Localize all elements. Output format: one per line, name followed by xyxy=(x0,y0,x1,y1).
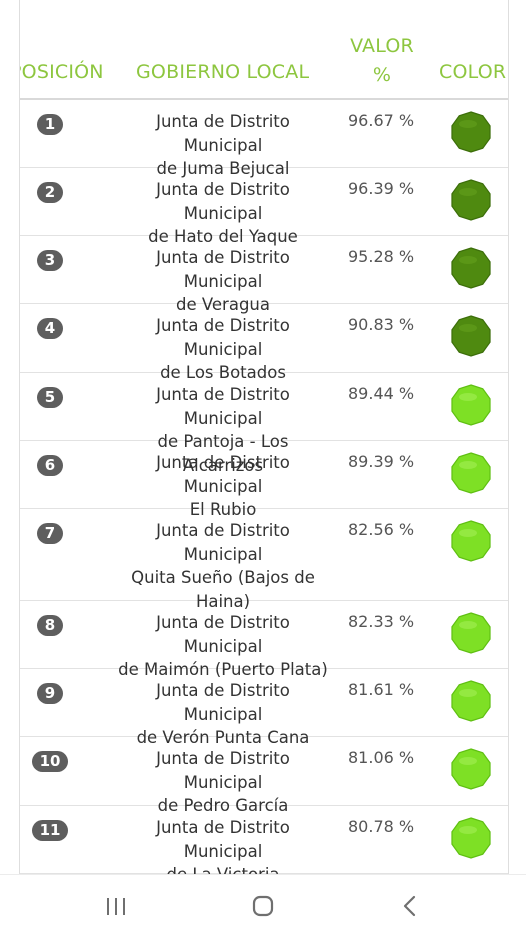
name-line1: Junta de Distrito Municipal xyxy=(156,681,290,724)
name-line1: Junta de Distrito Municipal xyxy=(156,453,290,496)
value-percent: 90.83 % xyxy=(348,315,415,334)
status-color-icon xyxy=(451,452,491,494)
name-line1: Junta de Distrito Municipal xyxy=(156,613,290,656)
home-icon xyxy=(252,895,274,917)
table-row[interactable]: 2 Junta de Distrito Municipal de Hato del … xyxy=(20,168,508,246)
back-icon xyxy=(403,895,416,917)
screen: POSICIÓN GOBIERNO LOCAL VALOR % COLOR 1 J… xyxy=(0,0,526,935)
rank-badge: 7 xyxy=(37,523,63,544)
value-percent: 95.28 % xyxy=(348,247,415,266)
header-gobierno-local[interactable]: GOBIERNO LOCAL xyxy=(136,61,309,83)
table-row[interactable]: 7 Junta de Distrito Municipal Quita Sueño … xyxy=(20,509,508,611)
name-line1: Junta de Distrito Municipal xyxy=(156,749,290,792)
home-button[interactable] xyxy=(248,891,278,921)
rank-badge: 2 xyxy=(37,182,63,203)
rank-badge: 6 xyxy=(37,455,63,476)
status-color-icon xyxy=(451,315,491,357)
header-valor[interactable]: VALOR % xyxy=(350,32,414,90)
status-color-icon xyxy=(451,247,491,289)
status-color-icon xyxy=(451,384,491,426)
header-position[interactable]: POSICIÓN xyxy=(20,61,104,83)
table-row[interactable]: 9 Junta de Distrito Municipal de Verón Pun… xyxy=(20,669,508,747)
table-row[interactable]: 5 Junta de Distrito Municipal de Pantoja -… xyxy=(20,373,508,475)
status-color-icon xyxy=(451,111,491,153)
rank-badge: 8 xyxy=(37,615,63,636)
value-percent: 96.67 % xyxy=(348,111,415,130)
value-percent: 80.78 % xyxy=(348,817,415,836)
table-body: 1 Junta de Distrito Municipal de Juma Beju… xyxy=(20,100,508,874)
header-color[interactable]: COLOR xyxy=(439,61,506,83)
status-color-icon xyxy=(451,520,491,562)
rank-badge: 11 xyxy=(32,820,68,841)
header-valor-line1: VALOR xyxy=(350,35,414,57)
recent-apps-icon xyxy=(107,898,125,915)
name-line1: Junta de Distrito Municipal xyxy=(156,180,290,223)
back-button[interactable] xyxy=(395,891,425,921)
table-row[interactable]: 10 Junta de Distrito Municipal de Pedro Ga… xyxy=(20,737,508,815)
name-line1: Junta de Distrito Municipal xyxy=(156,316,290,359)
name-line2: Quita Sueño (Bajos de xyxy=(131,568,315,587)
value-percent: 82.33 % xyxy=(348,612,415,631)
status-color-icon xyxy=(451,748,491,790)
value-percent: 96.39 % xyxy=(348,179,415,198)
rank-badge: 9 xyxy=(37,683,63,704)
ranking-table: POSICIÓN GOBIERNO LOCAL VALOR % COLOR 1 J… xyxy=(19,0,509,874)
table-row[interactable]: 3 Junta de Distrito Municipal de Veragua 95… xyxy=(20,236,508,314)
value-percent: 89.39 % xyxy=(348,452,415,471)
status-color-icon xyxy=(451,612,491,654)
name-line2: de La Victoria xyxy=(116,863,330,874)
table-row[interactable]: 8 Junta de Distrito Municipal de Maimón (P… xyxy=(20,601,508,679)
rank-badge: 3 xyxy=(37,250,63,271)
table-header: POSICIÓN GOBIERNO LOCAL VALOR % COLOR xyxy=(20,0,508,100)
value-percent: 81.61 % xyxy=(348,680,415,699)
status-color-icon xyxy=(451,817,491,859)
table-row[interactable]: 6 Junta de Distrito Municipal El Rubio 89.3… xyxy=(20,441,508,519)
header-valor-line2: % xyxy=(372,64,392,86)
recent-apps-button[interactable] xyxy=(101,891,131,921)
table-row[interactable]: 11 Junta de Distrito Municipal de La Victo… xyxy=(20,806,508,874)
local-government-name: Junta de Distrito Municipal Quita Sueño (… xyxy=(116,519,330,613)
status-color-icon xyxy=(451,179,491,221)
table-row[interactable]: 1 Junta de Distrito Municipal de Juma Beju… xyxy=(20,100,508,178)
rank-badge: 5 xyxy=(37,387,63,408)
name-line1: Junta de Distrito Municipal xyxy=(156,385,290,428)
value-percent: 89.44 % xyxy=(348,384,415,403)
rank-badge: 4 xyxy=(37,318,63,339)
android-navigation-bar xyxy=(0,874,526,935)
local-government-name: Junta de Distrito Municipal de La Victori… xyxy=(116,816,330,874)
name-line1: Junta de Distrito Municipal xyxy=(156,248,290,291)
rank-badge: 1 xyxy=(37,114,63,135)
name-line1: Junta de Distrito Municipal xyxy=(156,112,290,155)
rank-badge: 10 xyxy=(32,751,68,772)
name-line1: Junta de Distrito Municipal xyxy=(156,818,290,861)
table-row[interactable]: 4 Junta de Distrito Municipal de Los Botad… xyxy=(20,304,508,382)
value-percent: 81.06 % xyxy=(348,748,415,767)
name-line1: Junta de Distrito Municipal xyxy=(156,521,290,564)
status-color-icon xyxy=(451,680,491,722)
value-percent: 82.56 % xyxy=(348,520,415,539)
